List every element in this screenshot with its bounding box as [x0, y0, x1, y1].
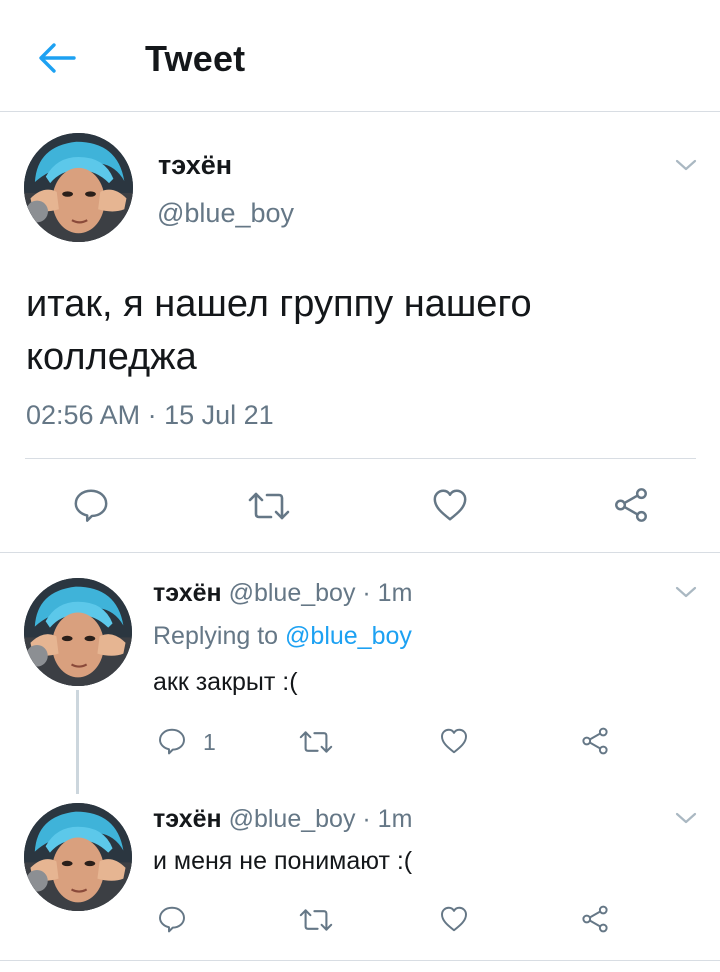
reply-header: тэхён @blue_boy · 1m — [153, 579, 412, 608]
author-name[interactable]: тэхён — [153, 579, 222, 607]
author-name[interactable]: тэхён — [158, 150, 232, 181]
author-name[interactable]: тэхён — [153, 805, 222, 833]
replying-to: Replying to @blue_boy — [153, 622, 412, 651]
retweet-icon[interactable] — [298, 904, 334, 936]
back-arrow-icon[interactable] — [34, 38, 78, 78]
header-divider — [0, 111, 720, 112]
avatar[interactable] — [24, 133, 133, 242]
heart-icon[interactable] — [431, 486, 469, 524]
mention-link[interactable]: @blue_boy — [285, 622, 412, 650]
page-title: Tweet — [145, 38, 246, 79]
tweet-text: итак, я нашел группу нашего колледжа — [26, 283, 532, 378]
author-handle-time: @blue_boy · 1m — [228, 805, 413, 833]
chevron-down-icon[interactable] — [674, 810, 698, 826]
reply-header: тэхён @blue_boy · 1m — [153, 805, 412, 834]
tweet-text: акк закрыт :( — [153, 668, 298, 696]
retweet-icon[interactable] — [298, 726, 334, 758]
bottom-divider — [0, 960, 720, 961]
replying-prefix: Replying to — [153, 622, 279, 650]
tweet-divider — [25, 458, 696, 459]
reply-bubble-icon[interactable] — [157, 904, 187, 934]
share-icon[interactable] — [580, 726, 610, 756]
tweet-timestamp: 02:56 AM · 15 Jul 21 — [26, 400, 274, 430]
avatar[interactable] — [24, 803, 132, 911]
section-divider — [0, 552, 720, 553]
reply-count: 1 — [203, 729, 216, 755]
reply-bubble-icon[interactable] — [157, 726, 187, 756]
tweet-text: и меня не понимают :( — [153, 847, 413, 875]
heart-icon[interactable] — [439, 726, 469, 756]
thread-connector — [76, 690, 79, 794]
share-icon[interactable] — [580, 904, 610, 934]
retweet-icon[interactable] — [246, 486, 292, 526]
chevron-down-icon[interactable] — [674, 584, 698, 600]
chevron-down-icon[interactable] — [674, 157, 698, 173]
heart-icon[interactable] — [439, 904, 469, 934]
share-icon[interactable] — [612, 486, 650, 524]
reply-bubble-icon[interactable] — [72, 486, 110, 524]
avatar[interactable] — [24, 578, 132, 686]
author-handle[interactable]: @blue_boy — [157, 198, 294, 229]
author-handle-time: @blue_boy · 1m — [228, 579, 413, 607]
